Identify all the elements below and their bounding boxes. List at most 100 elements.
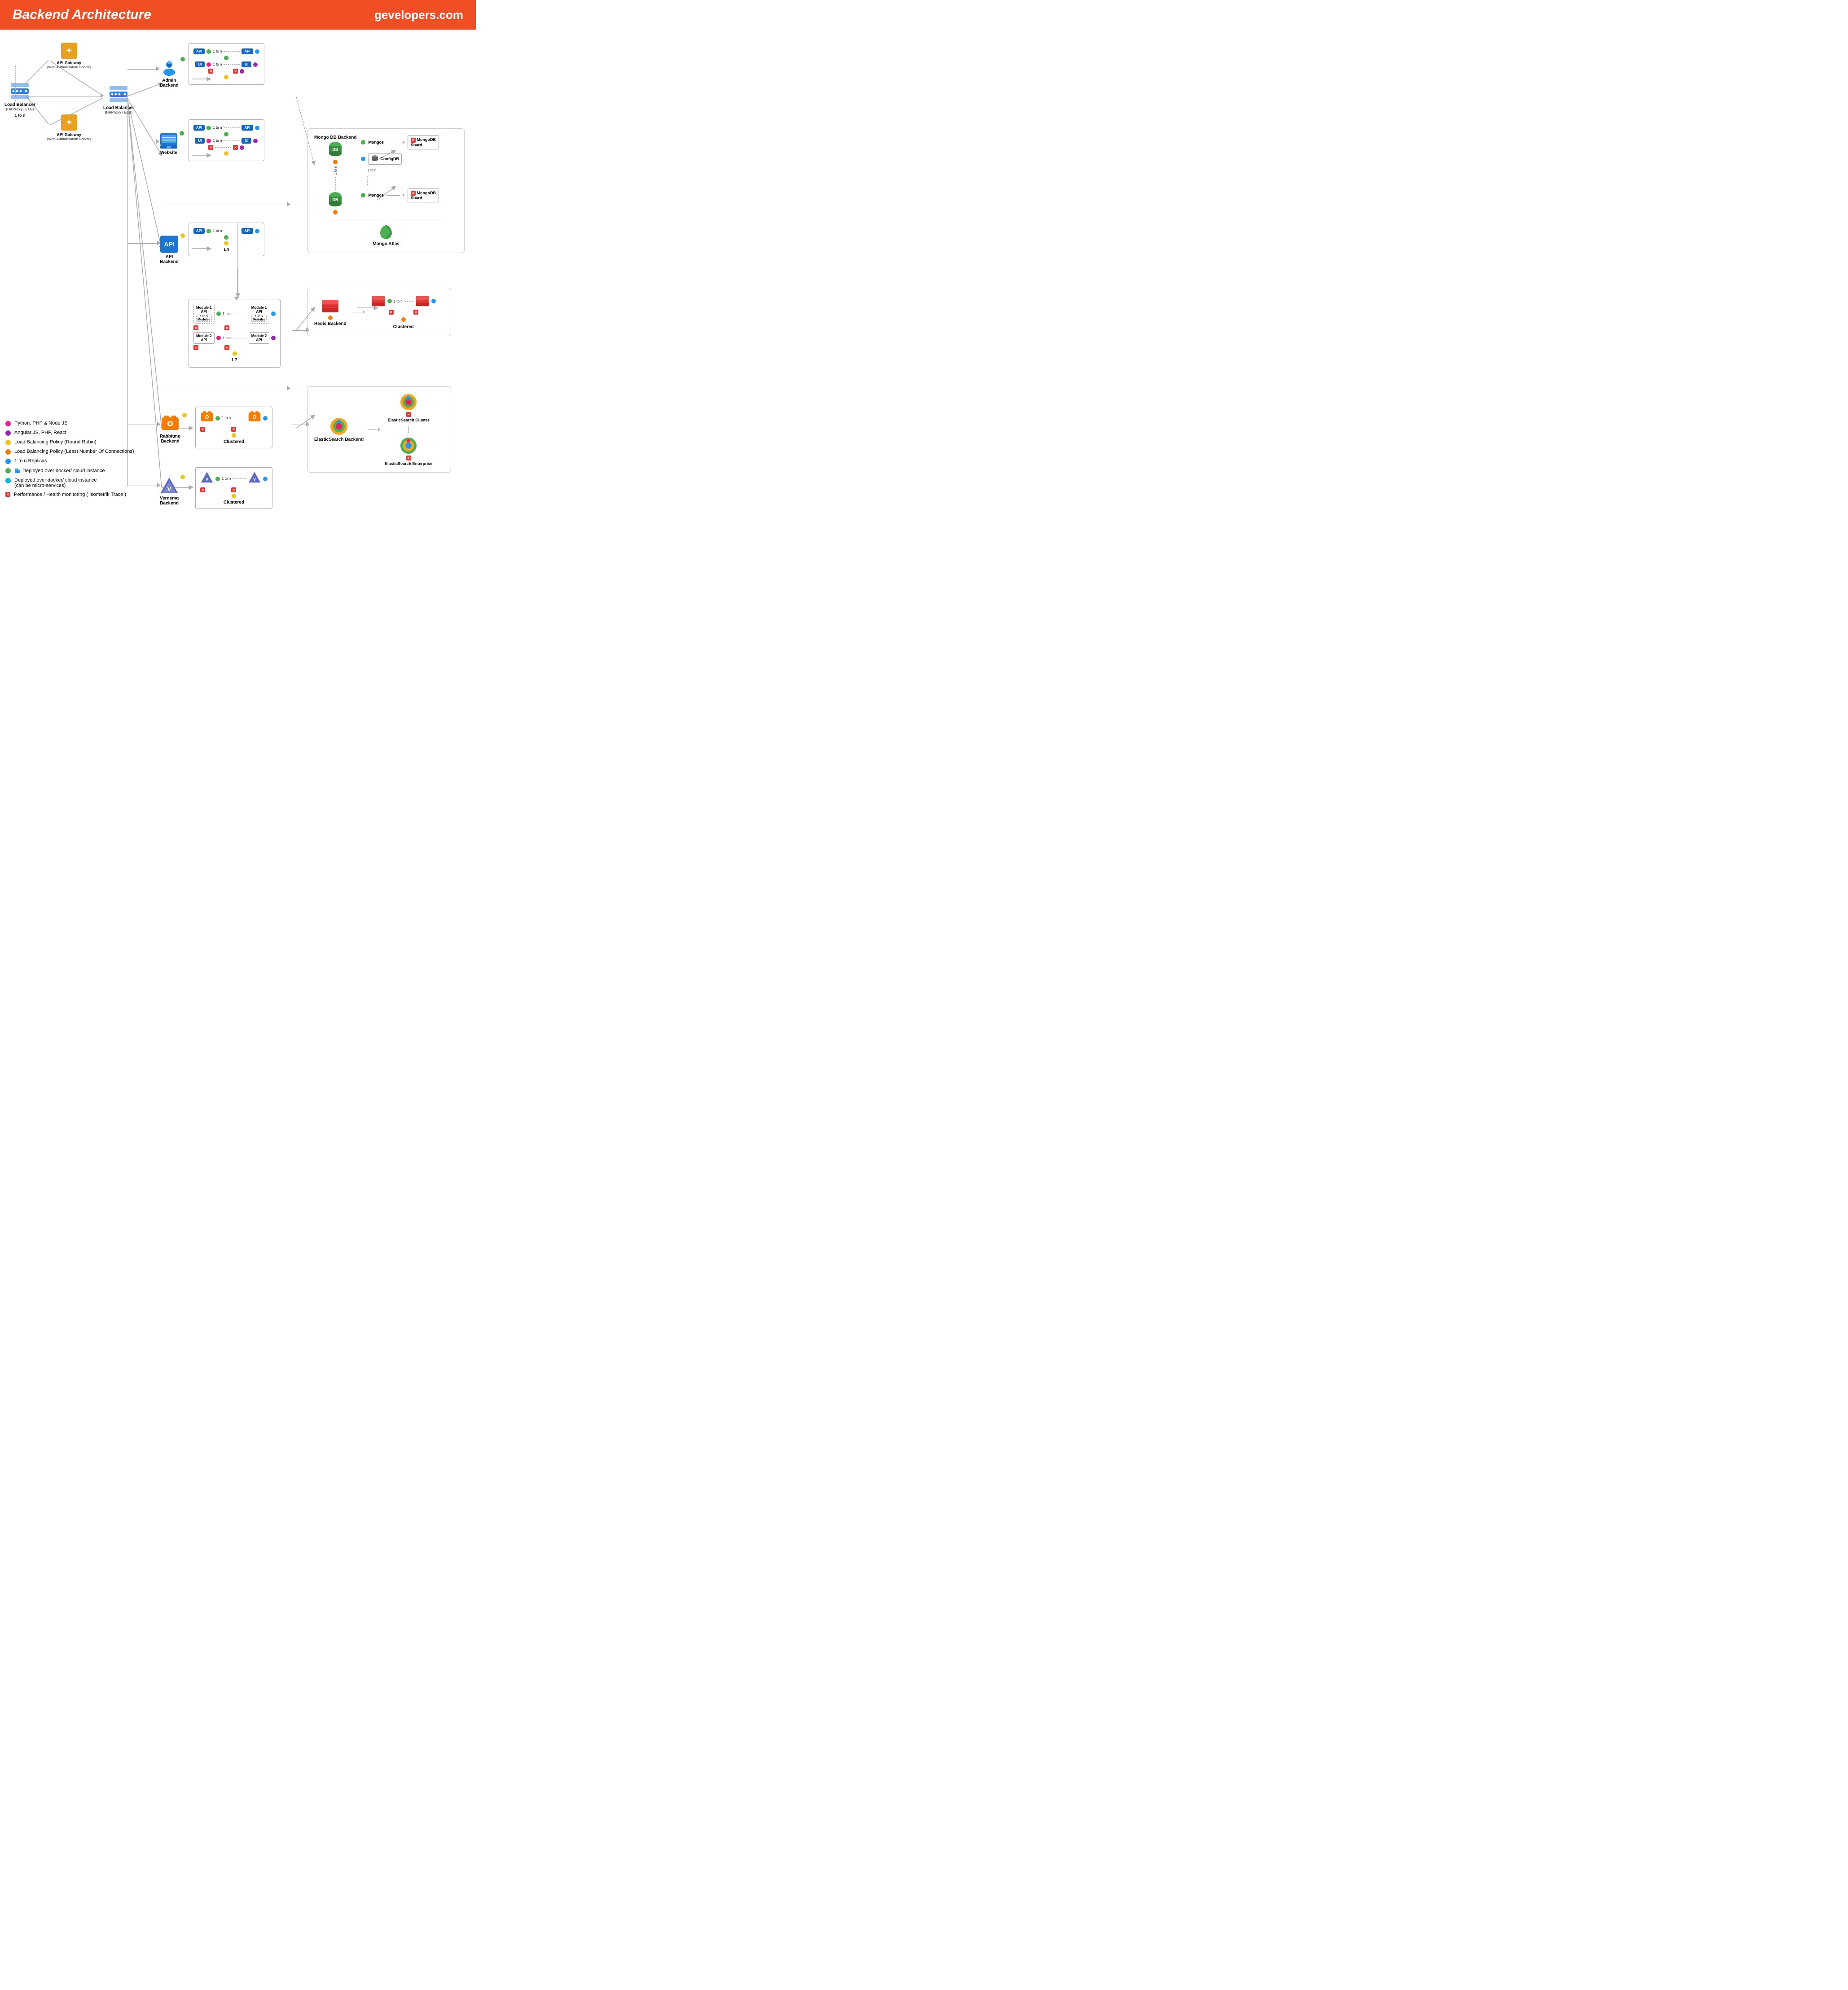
admin-yellow-dot [224,75,228,79]
legend-dot-2 [5,430,11,436]
shard-perf1: ✕ [411,138,416,143]
l7-yellow-dot [233,351,237,356]
api-backend-svg: API [160,235,179,253]
legend-item-2: Angular JS, PHP, React [5,430,134,436]
elastic-backend-label: ElasticSearch Backend [314,437,364,442]
wdashed3 [215,147,231,148]
l7-mod1-box1: Module 1API 1 to xModules [193,304,215,324]
v-1ton: 1 to n [222,477,231,481]
website-api-badge-2: API [241,125,253,131]
r-1ton: 1 to n [222,416,231,420]
admin-1ton-label-1: 1 to n [213,49,222,53]
legend-dot-6 [5,468,11,473]
legend-dot-7 [5,478,11,483]
admin-backend-icon [160,59,178,77]
l7-perf-row2: ✕ ✕ [193,345,276,350]
api-gw-top-sublabel: (With Authorisation Server) [47,65,91,69]
mongo-r-vdash [367,176,368,185]
arrow-to-elastic-head [306,422,309,426]
redis-arrow [353,310,365,314]
r-yellow-dot [232,433,236,438]
redis-perf2: ✕ [413,310,418,315]
api-gw-bot-sublabel: (With Authorisation Server) [47,137,91,141]
wdot4 [253,139,258,143]
vperf1: ✕ [200,487,205,492]
admin-backend: AdminBackend [160,59,179,88]
svg-text:V: V [167,485,171,492]
l7perf2: ✕ [224,325,229,330]
m1dot2 [271,311,276,316]
legend-label-2: Angular JS, PHP, React [14,430,66,435]
mongo-left: Mongo DB Backend DB 1 to n [314,135,356,215]
redis-clustered-label: Clustered [393,324,414,329]
legend-perf-badge: ✕ [5,492,10,497]
dot5 [240,69,244,74]
l4dot1 [206,229,211,233]
svg-text:V: V [253,477,256,482]
legend-label-1: Python, PHP & Node JS [14,421,67,426]
configdb-inner: ConfigDB [371,155,399,163]
l7-module1-row: Module 1API 1 to xModules 1 to n Module … [193,304,276,324]
lb-left-sublabel: (HAProxy / ELB) [6,107,34,111]
rabbit-perf-row: ✕ ✕ [200,427,268,432]
wperf2: ✕ [233,145,238,150]
redis-dot1 [387,299,392,303]
admin-ui-badge-1: UI [195,61,205,67]
mongos-label1: Mongos [368,140,384,145]
website-svg [160,133,178,149]
rdot1 [215,416,220,421]
elastic-cluster-node: ✕ ElasticSearch Cluster [388,393,430,422]
verne-yellow-dot [180,475,185,479]
website-label: Website [160,150,177,155]
lb-svg-mid [109,84,128,104]
svg-text:V: V [206,477,208,482]
mongo-db-backend-label: Mongo DB Backend [314,135,356,140]
mongodb-section-box: Mongo DB Backend DB 1 to n [307,128,465,253]
perf-badge-2: ✕ [233,69,238,74]
verne-icon-1: V [200,471,214,486]
redis-perf1: ✕ [389,310,394,315]
rabbit-cluster-row: 1 to n [200,411,268,425]
page-title: Backend Architecture [13,7,151,22]
legend-dot-3 [5,440,11,445]
wdashed2 [224,140,240,141]
lb-mid-sublabel: (HAProxy / ELB) [105,110,133,114]
website-ui-badge-1: UI [195,138,205,144]
wdot5 [240,145,244,150]
arrow-to-admin [127,69,159,70]
verne-perf-row: ✕ ✕ [200,487,268,492]
mongo-v-dashed [335,177,336,190]
l4-api-badge-2: API [241,228,253,234]
mongo-atlas-label: Mongo Atlas [373,241,399,246]
admin-cluster-row2: UI 1 to n UI [193,61,259,67]
svg-text:✦: ✦ [66,119,72,127]
website-yellow-dot [224,151,228,156]
admin-green-dot [180,57,185,61]
api-gateway-bot-icon: ✦ [61,114,78,131]
l7-label: L7 [193,358,276,363]
elastic-arrow [368,428,380,431]
redis-svg-s2 [415,294,430,308]
redis-inner: Redis Backend 1 t [314,294,444,329]
lb-mid-label: Load Balancer [103,105,134,110]
legend: Python, PHP & Node JS Angular JS, PHP, R… [5,421,134,501]
api-backend: API APIBackend [160,235,179,264]
mongo-1ton-label: 1 to n [334,166,338,175]
rabbitmq-backend-label: RabbitmqBackend [160,434,180,444]
vernemq-cluster-box: V 1 to n V ✕ ✕ Cluste [195,467,272,509]
mongo-orange-dot2 [333,210,338,215]
m1dot1 [216,311,221,316]
admin-svg [160,59,178,77]
v-yellow-dot [232,494,236,498]
rperf1: ✕ [200,427,205,432]
vernemq-clustered-label: Clustered [200,500,268,505]
redis-svg-s1 [371,294,386,308]
mongodb-inner: Mongo DB Backend DB 1 to n [314,135,458,215]
api-yellow-dot [180,233,185,238]
elastic-perf1: ✕ [406,412,411,417]
website-perf-row: ✕ ✕ [193,145,259,150]
mongos-arrowhead2 [403,193,405,197]
redis-section-box: Redis Backend 1 t [307,288,451,336]
elastic-section-box: ElasticSearch Backend [307,386,451,473]
api-gw-bot-label: API Gateway [57,132,81,137]
